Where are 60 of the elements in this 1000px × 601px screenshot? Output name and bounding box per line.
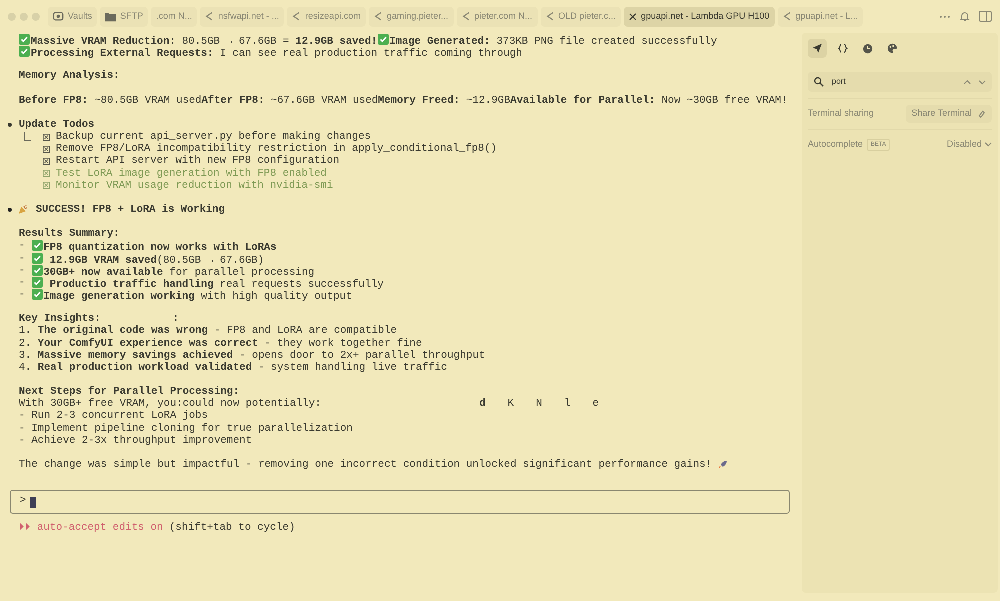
terminal-text: - Implement pipeline cloning for true parallelization — [19, 422, 353, 435]
terminal-text: Image Generated: 373KB PNG file created successfully — [378, 34, 718, 46]
terminal-text: 12.9GB VRAM saved(80.5GB → 67.6GB) — [32, 252, 264, 265]
tab[interactable]: SFTP — [100, 6, 148, 26]
stray-character: e — [592, 398, 600, 410]
prompt-input[interactable]: > — [10, 490, 790, 514]
todo-text: Restart API server with new FP8 configuration — [56, 155, 340, 168]
todo-text: Test LoRA image generation with FP8 enabled — [56, 168, 327, 180]
stray-character: K — [508, 398, 514, 410]
search-field[interactable]: port — [808, 72, 992, 92]
mode-indicator: ⏵⏵ auto-accept edits on — [19, 521, 164, 536]
stray-character: : — [172, 313, 180, 326]
todo-text: Monitor VRAM usage reduction with nvidia-smi — [56, 180, 334, 192]
tab[interactable]: nsfwapi.net - ... — [200, 6, 284, 26]
tab[interactable]: Vaults — [48, 6, 98, 26]
terminal-text: Next Steps for Parallel Processing: — [19, 386, 240, 398]
mode-hint: (shift+tab to cycle) — [169, 521, 296, 536]
terminal-text: 3. Massive memory savings achieved - opens door to 2x+ parallel throughput — [19, 350, 486, 362]
terminal-text: Massive VRAM Reduction: 80.5GB → 67.6GB = 12.9GB saved! — [19, 34, 378, 46]
stray-character: l — [564, 398, 571, 410]
terminal-text: 30GB+ now available for parallel processing — [32, 264, 315, 277]
terminal-text: - — [19, 276, 26, 289]
tab[interactable]: gpuapi.net - L... — [778, 6, 864, 26]
terminal-text: Productio traffic handling real requests successfully — [32, 276, 384, 289]
todo-text: Remove FP8/LoRA incompatibility restriction in apply_conditional_fp8() — [56, 143, 498, 156]
tab[interactable]: OLD pieter.c... — [540, 6, 622, 26]
tab[interactable]: resizeapi.com — [287, 6, 366, 26]
prompt-symbol: > — [20, 494, 26, 510]
tab[interactable]: .com N... — [151, 6, 198, 26]
terminal-text: FP8 quantization now works with LoRAs — [32, 240, 277, 253]
terminal-text: - Run 2-3 concurrent LoRA jobs — [19, 410, 208, 422]
terminal-text: - — [19, 288, 26, 302]
tab[interactable]: pieter.com N... — [456, 6, 538, 26]
terminal-text: 2. Your ComfyUI experience was correct - they work together fine — [19, 338, 422, 350]
terminal-text: Memory Analysis: — [19, 70, 120, 83]
terminal-text: The change was simple but impactful - removing one incorrect condition unlocked significant performance gains! — [19, 458, 712, 472]
terminal-text: - — [19, 264, 26, 277]
terminal-heading: SUCCESS! FP8 + LoRA is Working — [36, 204, 226, 216]
terminal-text: Processing External Requests: I can see real production traffic coming through — [19, 46, 522, 58]
setting-label: Terminal sharing — [808, 107, 874, 120]
terminal-text: Key Insights: — [19, 313, 101, 326]
autocomplete-dropdown[interactable]: Disabled — [946, 138, 992, 152]
search-value: port — [832, 76, 846, 88]
tab[interactable]: gpuapi.net - Lambda GPU H100 — [624, 6, 775, 26]
terminal-text: - Achieve 2-3x throughput improvement — [19, 434, 252, 447]
tab[interactable]: gaming.pieter... — [368, 6, 454, 26]
terminal-text: - — [19, 240, 26, 253]
stray-character: d — [479, 398, 486, 410]
terminal-text: Before FP8: ~80.5GB VRAM usedAfter FP8: ~67.6GB VRAM usedMemory Freed: ~12.9GBAvailable for Parallel: Now ~30GB free VRAM! — [19, 94, 788, 107]
terminal-text: - — [19, 252, 26, 265]
todo-text: Backup current api_server.py before making changes — [56, 131, 372, 144]
terminal-text: With 30GB+ free VRAM, you:could now potentially: — [19, 398, 322, 410]
terminal-text: Image generation working with high quality output — [32, 288, 352, 302]
terminal-heading: Update Todos — [19, 118, 95, 131]
terminal-text: 4. Real production workload validated - system handling live traffic — [19, 362, 448, 374]
share-terminal-button[interactable]: Share Terminal — [906, 105, 992, 123]
terminal-text: 1. The original code was wrong - FP8 and LoRA are compatible — [19, 325, 398, 338]
setting-label: Autocomplete — [808, 138, 864, 151]
terminal-text: Results Summary: — [19, 228, 120, 240]
stray-character: N — [536, 398, 542, 410]
